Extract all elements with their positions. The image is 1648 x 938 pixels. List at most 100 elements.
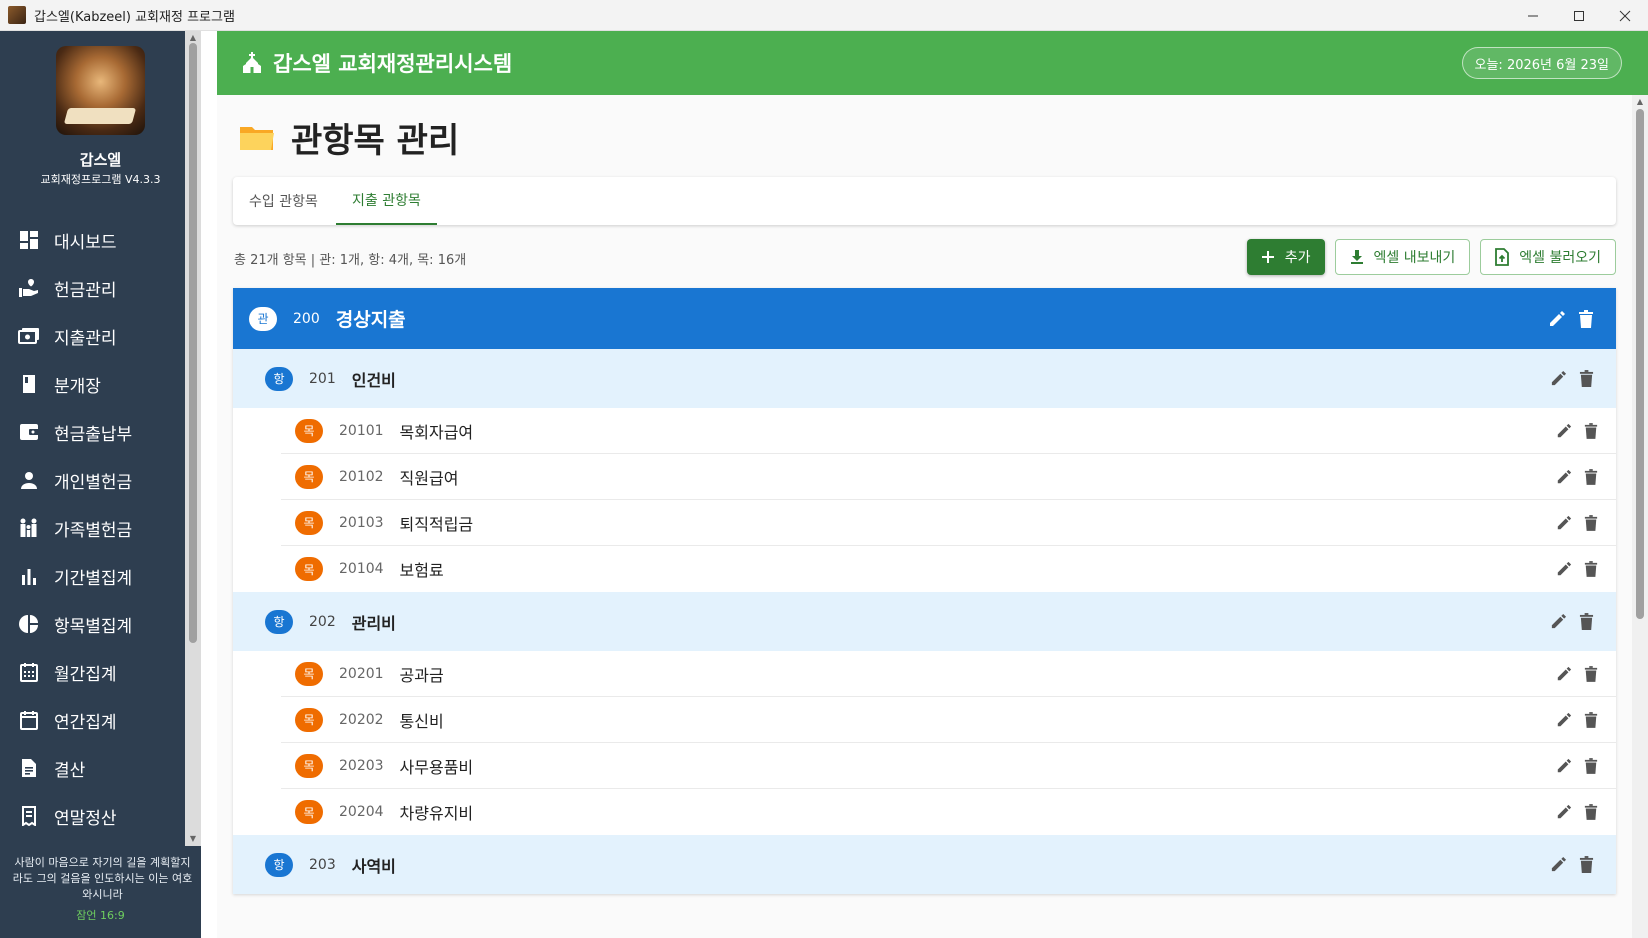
main-scroll-thumb[interactable] <box>1636 109 1644 619</box>
sidebar-item-monthly-summary[interactable]: 월간집계 <box>0 648 185 696</box>
mok-badge: 목 <box>295 464 323 489</box>
delete-icon[interactable] <box>1584 711 1598 728</box>
mok-row[interactable]: 목 20203 사무용품비 <box>281 743 1616 789</box>
calendar-month-icon <box>18 661 40 683</box>
mok-code: 20204 <box>339 804 384 820</box>
excel-export-button[interactable]: 엑셀 내보내기 <box>1334 239 1471 275</box>
hang-name: 관리비 <box>351 613 396 633</box>
sidebar-item-period-summary[interactable]: 기간별집계 <box>0 552 185 600</box>
today-date: 오늘: 2026년 6월 23일 <box>1461 47 1622 79</box>
mok-row[interactable]: 목 20201 공과금 <box>281 651 1616 697</box>
person-icon <box>18 469 40 491</box>
window-title: 갑스엘(Kabzeel) 교회재정 프로그램 <box>34 9 235 25</box>
sidebar-item-yearly-summary[interactable]: 연간집계 <box>0 696 185 744</box>
hang-code: 201 <box>309 370 336 387</box>
edit-icon[interactable] <box>1556 469 1572 485</box>
delete-icon[interactable] <box>1579 370 1594 387</box>
delete-icon[interactable] <box>1579 613 1594 630</box>
sidebar-item-cashbook[interactable]: 현금출납부 <box>0 408 185 456</box>
action-buttons: 추가 엑셀 내보내기 엑셀 불러오기 <box>1246 239 1616 275</box>
mok-row[interactable]: 목 20202 통신비 <box>281 697 1616 743</box>
sidebar-scroll-thumb[interactable] <box>189 43 197 643</box>
sidebar: ▲ ▼ 갑스엘 교회재정프로그램 V4.3.3 대시보드 헌금관리 지출관리 분… <box>0 31 201 938</box>
edit-icon[interactable] <box>1556 758 1572 774</box>
hang-row[interactable]: 항 201 인건비 <box>233 349 1616 408</box>
minimize-button[interactable] <box>1510 0 1556 31</box>
tab-bar: 수입 관항목 지출 관항목 <box>233 177 1616 225</box>
sidebar-item-settlement[interactable]: 결산 <box>0 744 185 792</box>
sidebar-item-personal-offering[interactable]: 개인별헌금 <box>0 456 185 504</box>
tab-income-categories[interactable]: 수입 관항목 <box>233 177 334 225</box>
edit-icon[interactable] <box>1556 666 1572 682</box>
gwan-row[interactable]: 관 200 경상지출 <box>233 288 1616 349</box>
edit-icon[interactable] <box>1550 613 1567 630</box>
delete-icon[interactable] <box>1579 856 1594 873</box>
folder-icon <box>240 126 274 150</box>
mok-row[interactable]: 목 20204 차량유지비 <box>281 789 1616 835</box>
sidebar-item-dashboard[interactable]: 대시보드 <box>0 216 185 264</box>
mok-badge: 목 <box>295 510 323 535</box>
mok-name: 목회자급여 <box>399 422 474 442</box>
scroll-up-icon[interactable]: ▲ <box>188 33 198 43</box>
delete-icon[interactable] <box>1584 514 1598 531</box>
hang-badge: 항 <box>265 366 293 391</box>
mok-name: 보험료 <box>399 561 444 580</box>
mok-row[interactable]: 목 20102 직원급여 <box>281 454 1616 500</box>
mok-badge: 목 <box>295 707 323 732</box>
edit-icon[interactable] <box>1550 856 1567 873</box>
sidebar-item-expense[interactable]: 지출관리 <box>0 312 185 360</box>
hang-row[interactable]: 항 202 관리비 <box>233 592 1616 651</box>
sidebar-item-category-summary[interactable]: 항목별집계 <box>0 600 185 648</box>
close-button[interactable] <box>1602 0 1648 31</box>
sidebar-item-family-offering[interactable]: 가족별헌금 <box>0 504 185 552</box>
mok-badge: 목 <box>295 557 323 581</box>
delete-icon[interactable] <box>1584 561 1598 577</box>
excel-import-button[interactable]: 엑셀 불러오기 <box>1480 239 1616 275</box>
delete-icon[interactable] <box>1584 757 1598 774</box>
mok-row[interactable]: 목 20101 목회자급여 <box>281 408 1616 454</box>
gwan-code: 200 <box>293 310 320 327</box>
sidebar-item-journal[interactable]: 분개장 <box>0 360 185 408</box>
category-tree: 관 200 경상지출 항 201 인건비 목 20101 목회자급여 목 201… <box>233 288 1616 894</box>
hang-name: 사역비 <box>351 856 396 876</box>
scroll-up-icon[interactable]: ▲ <box>1635 97 1645 107</box>
delete-icon[interactable] <box>1578 309 1594 328</box>
delete-icon[interactable] <box>1584 468 1598 485</box>
sidebar-item-offering[interactable]: 헌금관리 <box>0 264 185 312</box>
sidebar-item-year-end-tax[interactable]: 연말정산 <box>0 792 185 840</box>
window-titlebar: 갑스엘(Kabzeel) 교회재정 프로그램 <box>0 0 1648 31</box>
hang-badge: 항 <box>265 852 293 877</box>
edit-icon[interactable] <box>1556 804 1572 820</box>
mok-name: 통신비 <box>399 711 444 731</box>
item-summary: 총 21개 항목 | 관: 1개, 항: 4개, 목: 16개 <box>234 253 467 268</box>
mok-code: 20203 <box>339 757 384 774</box>
edit-icon[interactable] <box>1550 370 1567 387</box>
calendar-icon <box>18 709 40 731</box>
edit-icon[interactable] <box>1556 515 1572 531</box>
hang-row[interactable]: 항 203 사역비 <box>233 835 1616 894</box>
mok-code: 20202 <box>339 711 384 728</box>
mok-row[interactable]: 목 20103 퇴직적립금 <box>281 500 1616 546</box>
main-scrollbar[interactable]: ▲ <box>1632 95 1648 938</box>
maximize-button[interactable] <box>1556 0 1602 31</box>
church-icon <box>243 52 261 73</box>
edit-icon[interactable] <box>1556 712 1572 728</box>
scroll-down-icon[interactable]: ▼ <box>188 834 198 844</box>
mok-name: 공과금 <box>399 665 444 685</box>
dashboard-icon <box>18 229 40 251</box>
mok-row[interactable]: 목 20104 보험료 <box>281 546 1616 592</box>
close-icon <box>1619 10 1631 21</box>
edit-icon[interactable] <box>1556 423 1572 439</box>
maximize-icon <box>1574 10 1584 21</box>
mok-name: 퇴직적립금 <box>399 514 474 534</box>
add-button[interactable]: 추가 <box>1246 239 1325 275</box>
delete-icon[interactable] <box>1584 422 1598 439</box>
edit-icon[interactable] <box>1556 561 1572 577</box>
edit-icon[interactable] <box>1548 310 1566 328</box>
tab-expense-categories[interactable]: 지출 관항목 <box>336 177 437 225</box>
delete-icon[interactable] <box>1584 665 1598 682</box>
brand-version: 교회재정프로그램 V4.3.3 <box>40 173 161 186</box>
delete-icon[interactable] <box>1584 804 1598 820</box>
mok-code: 20102 <box>339 468 384 485</box>
mok-badge: 목 <box>295 800 323 824</box>
